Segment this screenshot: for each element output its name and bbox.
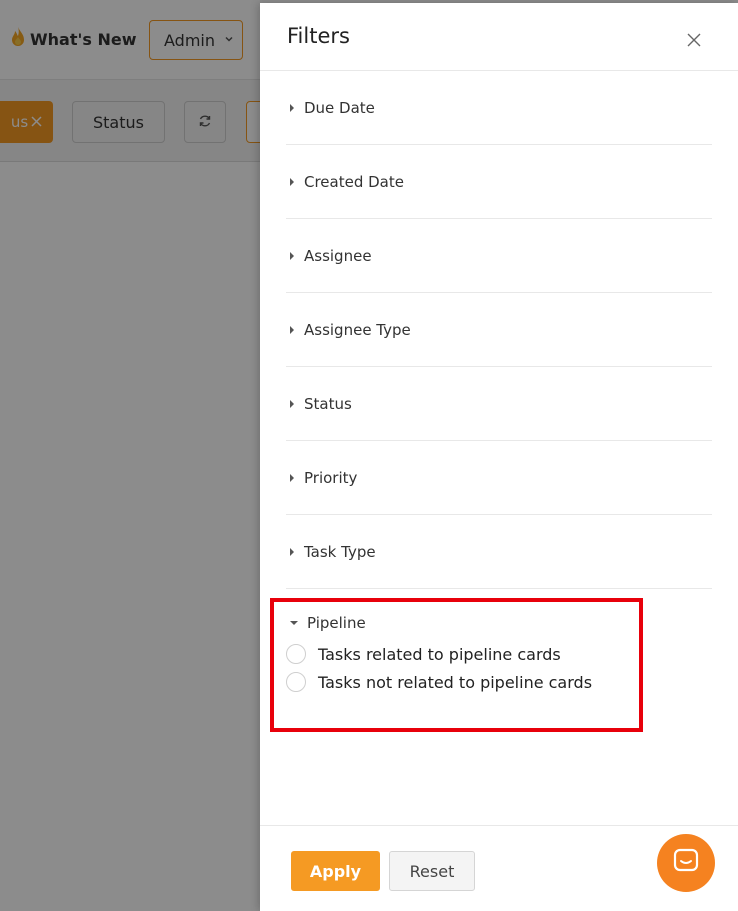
filter-pipeline: Pipeline Tasks related to pipeline cards… [286,610,646,696]
caret-right-icon [290,251,294,260]
filter-assignee-type[interactable]: Assignee Type [286,293,712,367]
filter-label: Status [304,394,352,413]
chat-launcher[interactable] [657,834,715,892]
caret-right-icon [290,547,294,556]
option-label: Tasks not related to pipeline cards [318,672,593,692]
pipeline-option-related[interactable]: Tasks related to pipeline cards [286,640,646,668]
filter-created-date[interactable]: Created Date [286,145,712,219]
filter-assignee[interactable]: Assignee [286,219,712,293]
chat-icon [673,848,699,878]
filter-label: Created Date [304,172,404,191]
caret-right-icon [290,103,294,112]
caret-right-icon [290,399,294,408]
filter-status[interactable]: Status [286,367,712,441]
filter-label: Priority [304,468,358,487]
filters-drawer: Filters Due Date Created Date Assignee A… [260,3,738,911]
caret-down-icon [290,621,298,625]
pipeline-option-not-related[interactable]: Tasks not related to pipeline cards [286,668,646,696]
filter-due-date[interactable]: Due Date [286,71,712,145]
filter-task-type[interactable]: Task Type [286,515,712,589]
close-button[interactable] [680,27,708,55]
drawer-header: Filters [260,3,738,71]
radio-button[interactable] [286,644,306,664]
caret-right-icon [290,473,294,482]
reset-button[interactable]: Reset [389,851,475,891]
drawer-title: Filters [287,24,350,48]
caret-right-icon [290,177,294,186]
pipeline-label: Pipeline [307,614,366,632]
filter-priority[interactable]: Priority [286,441,712,515]
option-label: Tasks related to pipeline cards [318,644,561,664]
apply-button[interactable]: Apply [291,851,380,891]
caret-right-icon [290,325,294,334]
pipeline-toggle[interactable]: Pipeline [286,610,646,636]
radio-button[interactable] [286,672,306,692]
filter-label: Assignee Type [304,320,411,339]
filter-label: Due Date [304,98,375,117]
filter-list: Due Date Created Date Assignee Assignee … [286,71,712,589]
filter-label: Task Type [304,542,376,561]
filter-label: Assignee [304,246,372,265]
close-icon [687,32,701,51]
